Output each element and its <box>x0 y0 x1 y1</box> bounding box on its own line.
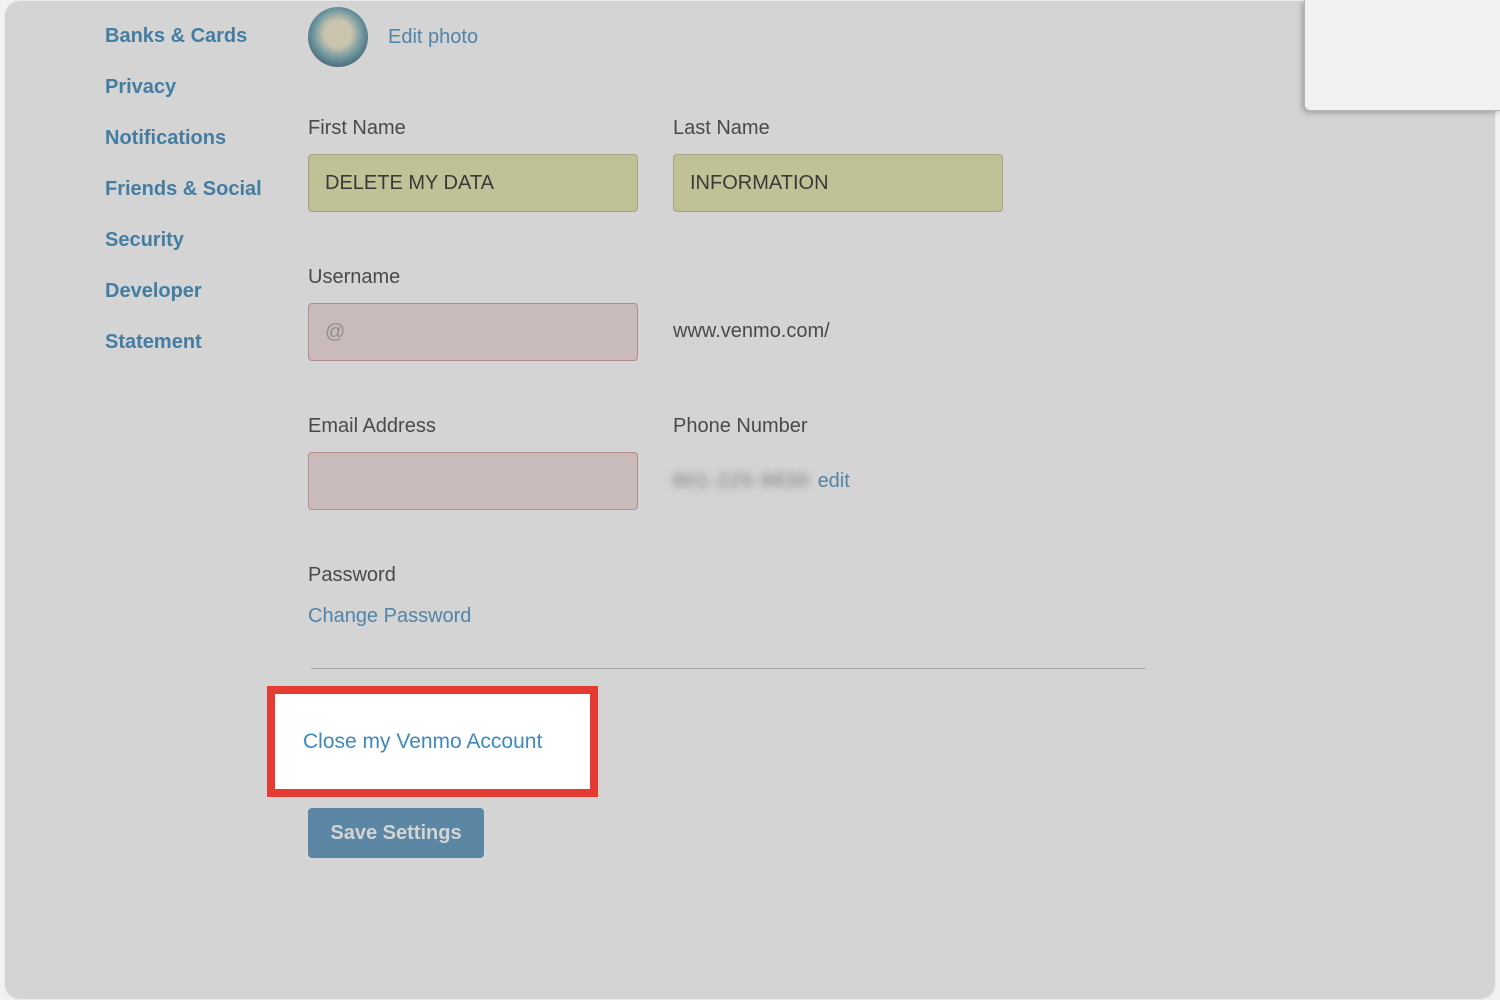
save-settings-button[interactable]: Save Settings <box>308 808 484 858</box>
close-account-highlight: Close my Venmo Account <box>267 686 598 797</box>
last-name-label: Last Name <box>673 117 1003 140</box>
username-url-hint: www.venmo.com/ <box>673 284 1148 343</box>
settings-sidebar: Banks & Cards Privacy Notifications Frie… <box>105 25 295 382</box>
first-name-label: First Name <box>308 117 638 140</box>
edit-photo-link[interactable]: Edit photo <box>388 26 478 49</box>
sidebar-item-statement[interactable]: Statement <box>105 331 295 354</box>
sidebar-item-privacy[interactable]: Privacy <box>105 76 295 99</box>
username-row: Username www.venmo.com/ <box>308 266 1148 361</box>
username-input[interactable] <box>308 303 638 361</box>
divider <box>311 668 1146 669</box>
phone-label: Phone Number <box>673 415 1148 438</box>
change-password-link[interactable]: Change Password <box>308 605 471 627</box>
email-input[interactable] <box>308 452 638 510</box>
sidebar-item-notifications[interactable]: Notifications <box>105 127 295 150</box>
first-name-input[interactable] <box>308 154 638 212</box>
close-account-link[interactable]: Close my Venmo Account <box>303 730 542 754</box>
phone-edit-link[interactable]: edit <box>818 470 850 493</box>
name-grid: First Name Last Name <box>308 117 1148 212</box>
profile-row: Edit photo <box>308 7 1148 67</box>
phone-number-masked: 801-225-9830 <box>673 470 810 493</box>
email-phone-row: Email Address Phone Number 801-225-9830 … <box>308 415 1148 510</box>
sidebar-item-banks-cards[interactable]: Banks & Cards <box>105 25 295 48</box>
password-label: Password <box>308 564 1148 587</box>
overlay-cutout <box>1304 0 1500 111</box>
last-name-input[interactable] <box>673 154 1003 212</box>
settings-main: Edit photo First Name Last Name Username <box>308 1 1148 677</box>
password-section: Password Change Password <box>308 564 1148 628</box>
username-label: Username <box>308 266 638 289</box>
settings-card: Banks & Cards Privacy Notifications Frie… <box>4 0 1496 1000</box>
sidebar-item-security[interactable]: Security <box>105 229 295 252</box>
sidebar-item-developer[interactable]: Developer <box>105 280 295 303</box>
avatar <box>308 7 368 67</box>
email-label: Email Address <box>308 415 638 438</box>
sidebar-item-friends-social[interactable]: Friends & Social <box>105 178 295 201</box>
